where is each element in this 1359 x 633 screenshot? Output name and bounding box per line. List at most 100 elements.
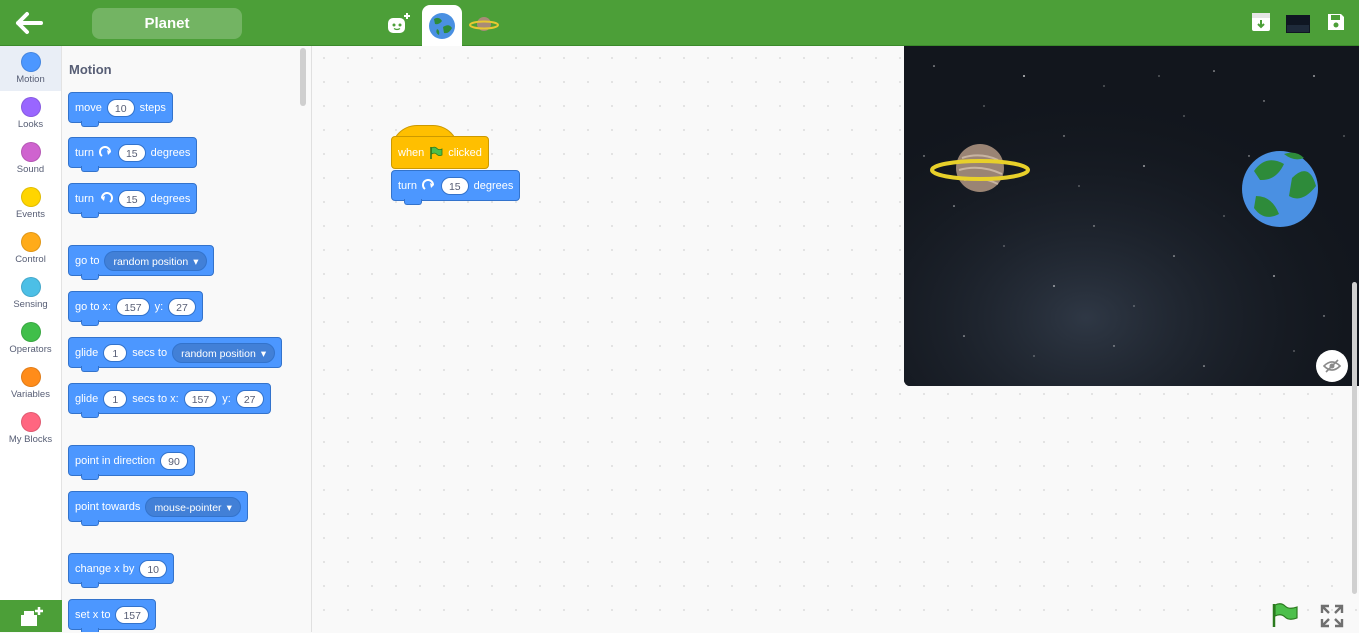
earth-sprite [1242, 151, 1318, 227]
add-extension-icon [21, 607, 43, 626]
degrees-input[interactable]: 15 [117, 189, 146, 208]
block-text: y: [154, 300, 164, 313]
script-turn-block[interactable]: turn 15 degrees [391, 170, 521, 205]
block-text: secs to x: [132, 392, 179, 405]
block-text: degrees [150, 146, 191, 159]
stage-thumbnail[interactable] [1286, 15, 1310, 38]
block-text: glide [75, 392, 99, 405]
change-x-input[interactable]: 10 [139, 559, 168, 578]
glide-target-dropdown[interactable]: random position [172, 342, 276, 363]
category-my-blocks[interactable]: My Blocks [0, 406, 61, 451]
turn-left-block[interactable]: turn 15 degrees [68, 183, 198, 218]
category-label: Control [15, 254, 46, 265]
stage[interactable] [904, 46, 1359, 386]
category-label: Events [15, 209, 46, 220]
save-to-device-icon[interactable] [1251, 12, 1271, 37]
degrees-input[interactable]: 15 [117, 143, 146, 162]
block-text: secs to [132, 346, 168, 359]
sound-category-icon [20, 142, 41, 162]
block-text: turn [398, 179, 417, 192]
category-motion[interactable]: Motion [0, 46, 61, 91]
green-flag-run-button[interactable] [1271, 602, 1299, 633]
block-text: move [75, 101, 102, 114]
top-bar: Planet [0, 0, 1359, 46]
earth-sprite-tab[interactable] [422, 5, 462, 46]
when-flag-clicked-block[interactable]: when clicked [391, 136, 489, 169]
palette-scrollbar[interactable] [300, 48, 306, 106]
category-events[interactable]: Events [0, 181, 61, 226]
secs-input[interactable]: 1 [103, 343, 128, 362]
turn-right-block[interactable]: turn 15 degrees [68, 137, 198, 172]
x-input[interactable]: 157 [116, 297, 150, 316]
looks-category-icon [20, 97, 41, 117]
degrees-input[interactable]: 15 [440, 176, 469, 195]
point-in-direction-block[interactable]: point in direction 90 [68, 445, 195, 480]
block-text: point towards [75, 500, 141, 513]
control-category-icon [20, 232, 41, 252]
block-text: set x to [75, 608, 111, 621]
sensing-category-icon [20, 277, 41, 297]
point-towards-block[interactable]: point towards mouse-pointer [68, 491, 248, 526]
block-palette: Motion move 10 steps turn 15 degrees tur… [62, 46, 312, 632]
block-text: when [398, 146, 425, 159]
glide-to-block[interactable]: glide 1 secs to random position [68, 337, 283, 372]
move-steps-block[interactable]: move 10 steps [68, 92, 173, 127]
go-to-target-dropdown[interactable]: random position [104, 250, 208, 271]
category-menu: Motion Looks Sound Events Control Sensin… [0, 46, 62, 632]
block-text: go to x: [75, 300, 112, 313]
category-label: Motion [16, 74, 45, 85]
green-flag-icon [429, 146, 443, 160]
block-text: glide [75, 346, 99, 359]
category-label: Looks [17, 119, 44, 130]
glide-to-xy-block[interactable]: glide 1 secs to x: 157 y: 27 [68, 383, 271, 418]
set-x-input[interactable]: 157 [115, 605, 149, 624]
category-label: Sensing [13, 299, 48, 310]
change-x-block[interactable]: change x by 10 [68, 553, 175, 588]
eye-slash-icon [1323, 359, 1341, 373]
rotate-right-icon [99, 145, 113, 160]
category-control[interactable]: Control [0, 226, 61, 271]
save-icon[interactable] [1326, 12, 1346, 37]
add-sprite-icon[interactable] [380, 8, 416, 40]
block-text: clicked [448, 146, 482, 159]
category-label: Operators [9, 344, 52, 355]
set-x-block[interactable]: set x to 157 [68, 599, 156, 632]
back-arrow-icon[interactable] [14, 11, 44, 35]
planet-sprite-tab[interactable] [466, 8, 502, 40]
category-variables[interactable]: Variables [0, 361, 61, 406]
block-text: go to [75, 254, 100, 267]
add-extension-button[interactable] [0, 600, 62, 632]
space-backdrop [904, 46, 1359, 386]
category-sensing[interactable]: Sensing [0, 271, 61, 316]
direction-input[interactable]: 90 [160, 451, 188, 470]
category-looks[interactable]: Looks [0, 91, 61, 136]
category-operators[interactable]: Operators [0, 316, 61, 361]
block-text: steps [139, 101, 166, 114]
point-towards-dropdown[interactable]: mouse-pointer [145, 496, 241, 517]
block-text: point in direction [75, 454, 156, 467]
secs-input[interactable]: 1 [103, 389, 128, 408]
block-text: y: [222, 392, 231, 405]
category-sound[interactable]: Sound [0, 136, 61, 181]
rotate-left-icon [99, 191, 113, 206]
green-flag-icon [1272, 603, 1298, 627]
y-input[interactable]: 27 [235, 389, 264, 408]
block-text: degrees [473, 179, 514, 192]
palette-section-title: Motion [69, 62, 112, 77]
fullscreen-button[interactable] [1320, 604, 1344, 633]
hide-stage-button[interactable] [1316, 350, 1348, 382]
workspace-scrollbar[interactable] [1352, 282, 1357, 594]
steps-input[interactable]: 10 [106, 98, 135, 117]
project-title[interactable]: Planet [92, 8, 242, 39]
go-to-block[interactable]: go to random position [68, 245, 215, 280]
block-text: turn [75, 146, 94, 159]
block-text: change x by [75, 562, 135, 575]
my-blocks-category-icon [20, 412, 41, 432]
events-category-icon [20, 187, 41, 207]
block-text: degrees [150, 192, 191, 205]
category-label: Sound [16, 164, 45, 175]
block-text: turn [75, 192, 94, 205]
y-input[interactable]: 27 [168, 297, 196, 316]
go-to-xy-block[interactable]: go to x: 157 y: 27 [68, 291, 203, 326]
x-input[interactable]: 157 [183, 389, 218, 408]
